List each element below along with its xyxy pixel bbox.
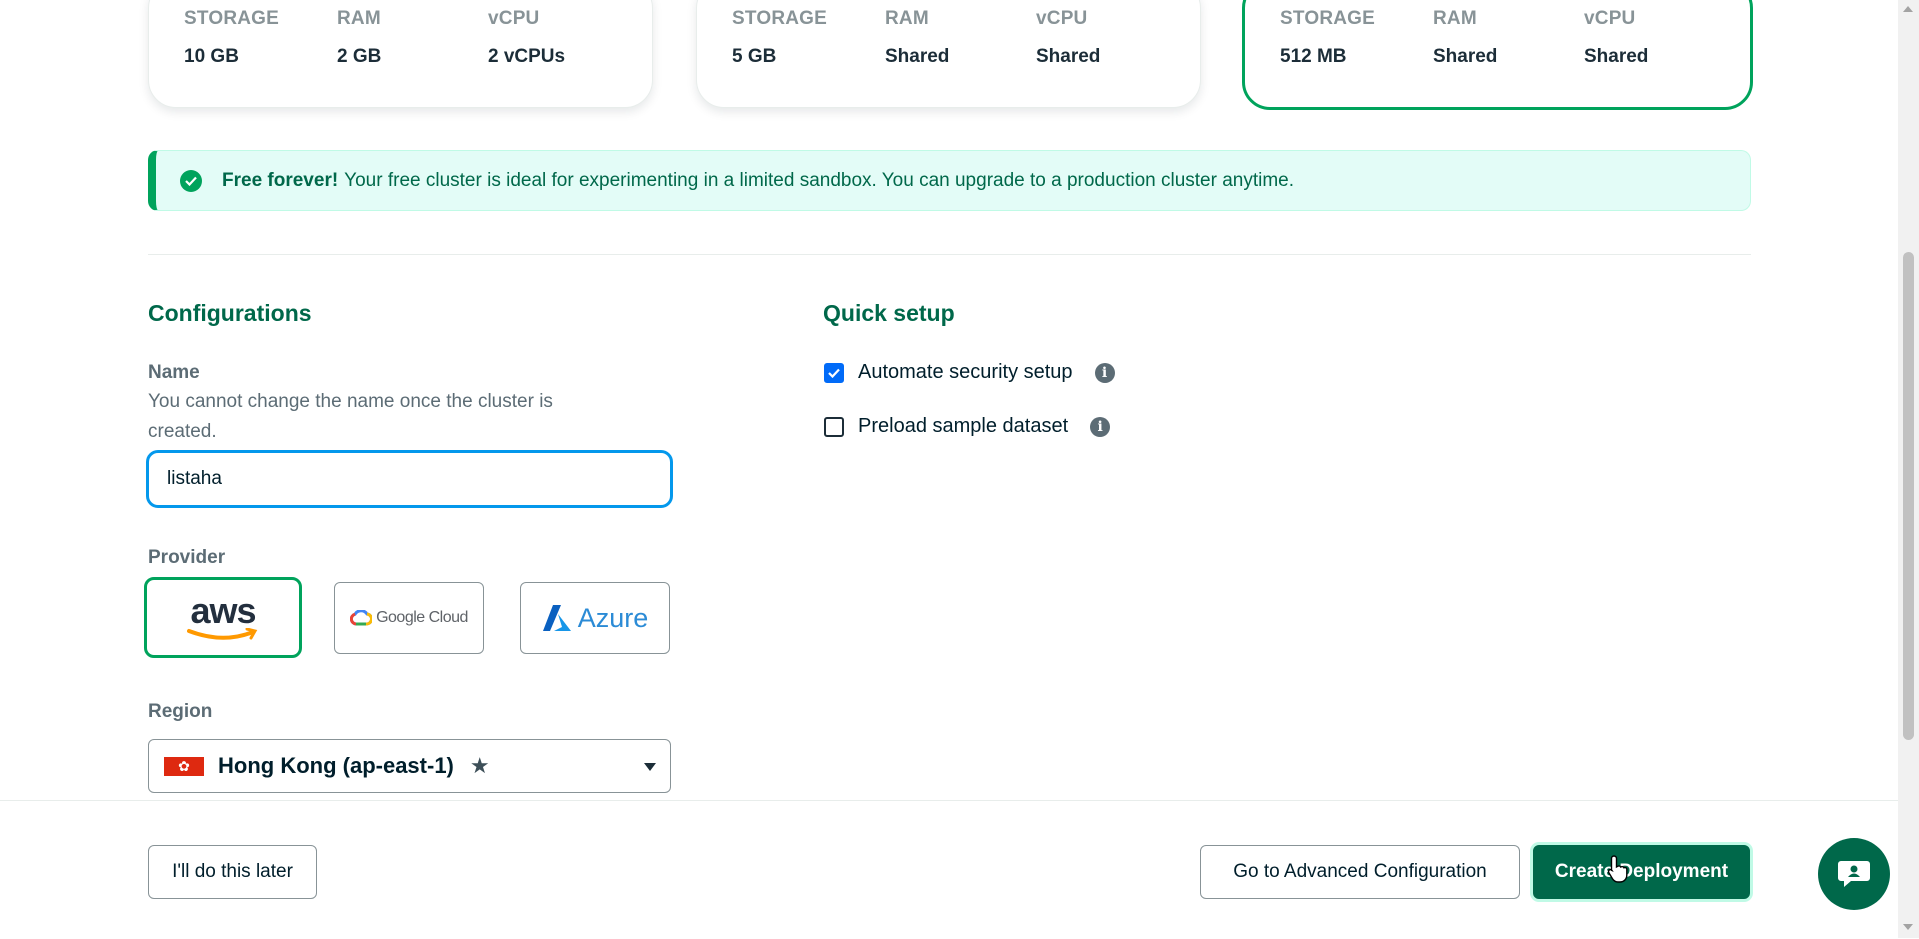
spec-value: Shared: [1584, 46, 1649, 67]
tier-card-dedicated[interactable]: STORAGE 10 GB RAM 2 GB vCPU 2 vCPUs: [148, 0, 653, 108]
provider-azure[interactable]: Azure: [520, 582, 670, 654]
spec-label: vCPU: [1036, 8, 1088, 29]
spec-value: 2 vCPUs: [488, 46, 566, 67]
scroll-down-icon[interactable]: [1903, 924, 1913, 930]
spec-label: vCPU: [488, 8, 540, 29]
tier-card-flex[interactable]: STORAGE 5 GB RAM Shared vCPU Shared: [696, 0, 1201, 108]
provider-aws[interactable]: aws: [144, 577, 302, 658]
cluster-name-input[interactable]: [146, 450, 673, 508]
aws-logo-icon: aws: [190, 589, 256, 631]
spec-label: STORAGE: [1280, 8, 1376, 29]
star-icon: ★: [469, 753, 490, 778]
aws-smile-icon: [187, 627, 258, 640]
do-later-button[interactable]: I'll do this later: [148, 845, 317, 899]
scroll-thumb[interactable]: [1903, 252, 1914, 740]
azure-logo-icon: [542, 605, 571, 631]
automate-security-checkbox[interactable]: [824, 362, 844, 383]
info-icon[interactable]: i: [1094, 362, 1115, 383]
name-label: Name: [148, 362, 200, 383]
advanced-configuration-button[interactable]: Go to Advanced Configuration: [1200, 845, 1520, 899]
automate-security-option[interactable]: Automate security setup i: [824, 361, 1115, 384]
check-circle-icon: [180, 169, 202, 192]
spec-label: vCPU: [1584, 8, 1636, 29]
chat-icon: [1838, 861, 1870, 887]
preload-sample-checkbox[interactable]: [824, 416, 844, 437]
preload-sample-label: Preload sample dataset: [858, 415, 1069, 437]
provider-label: Provider: [148, 547, 226, 568]
chat-button[interactable]: [1818, 838, 1890, 910]
spec-value: 10 GB: [184, 46, 239, 67]
spec-value: Shared: [885, 46, 950, 67]
spec-value: 2 GB: [337, 46, 382, 67]
spec-value: Shared: [1036, 46, 1101, 67]
preload-sample-option[interactable]: Preload sample dataset i: [824, 415, 1111, 438]
section-divider: [148, 254, 1751, 255]
scroll-up-icon[interactable]: [1903, 6, 1913, 12]
provider-google-cloud[interactable]: Google Cloud: [334, 582, 484, 654]
quick-setup-title: Quick setup: [823, 300, 955, 326]
chevron-down-icon: [644, 763, 656, 771]
hong-kong-flag-icon: ✿: [164, 756, 204, 776]
banner-text: Your free cluster is ideal for experimen…: [344, 169, 1295, 191]
spec-value: 5 GB: [732, 46, 777, 67]
info-icon[interactable]: i: [1090, 416, 1111, 437]
provider-label-azure: Azure: [577, 602, 649, 633]
region-select[interactable]: ✿ Hong Kong (ap-east-1) ★: [148, 739, 671, 793]
name-description: You cannot change the name once the clus…: [148, 391, 553, 442]
spec-label: STORAGE: [732, 8, 828, 29]
create-deployment-button[interactable]: Create Deployment: [1533, 845, 1750, 899]
spec-label: RAM: [1433, 8, 1477, 29]
hand-cursor-icon: [1607, 855, 1628, 883]
spec-label: RAM: [337, 8, 381, 29]
tier-card-free[interactable]: STORAGE 512 MB RAM Shared vCPU Shared: [1242, 0, 1753, 110]
google-cloud-icon: [350, 610, 373, 626]
region-label: Region: [148, 701, 213, 722]
page-scrollbar[interactable]: [1898, 0, 1919, 938]
spec-value: 512 MB: [1280, 46, 1347, 67]
provider-label-google: Google Cloud: [376, 609, 468, 626]
free-tier-banner: Free forever! Your free cluster is ideal…: [148, 150, 1751, 211]
banner-strong: Free forever!: [222, 169, 339, 191]
region-value: Hong Kong (ap-east-1): [218, 753, 454, 778]
spec-label: STORAGE: [184, 8, 280, 29]
spec-label: RAM: [885, 8, 929, 29]
spec-value: Shared: [1433, 46, 1498, 67]
configurations-title: Configurations: [148, 300, 312, 326]
automate-security-label: Automate security setup: [858, 361, 1073, 383]
